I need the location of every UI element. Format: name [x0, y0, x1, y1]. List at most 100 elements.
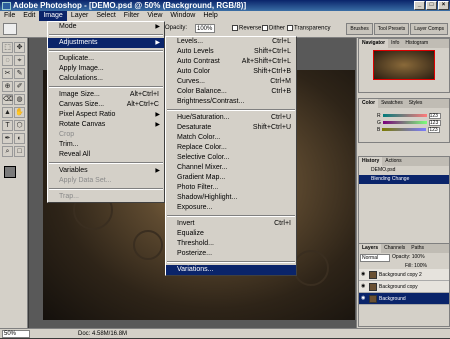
lasso-tool-icon[interactable]: ◌: [2, 55, 13, 66]
blend-mode-select[interactable]: Normal: [360, 254, 390, 262]
tab-histogram[interactable]: Histogram: [402, 39, 431, 48]
dither-checkbox[interactable]: Dither: [262, 25, 285, 32]
tab-color[interactable]: Color: [359, 99, 379, 108]
navigator-thumbnail[interactable]: [373, 50, 435, 80]
close-icon[interactable]: ×: [438, 1, 449, 10]
menu-item-trim[interactable]: Trim...: [48, 140, 164, 150]
stamp-tool-icon[interactable]: ⌫: [2, 94, 13, 105]
minimize-icon[interactable]: _: [414, 1, 425, 10]
menu-image[interactable]: Image: [39, 11, 67, 21]
brush-tool-icon[interactable]: ✐: [14, 81, 25, 92]
tab-info[interactable]: Info: [388, 39, 402, 48]
menu-select[interactable]: Select: [92, 11, 119, 21]
menu-item-variables[interactable]: Variables ▶: [48, 166, 164, 176]
adjust-item-auto-contrast[interactable]: Auto Contrast Alt+Shift+Ctrl+L: [166, 57, 296, 67]
menu-item-image-size[interactable]: Image Size... Alt+Ctrl+I: [48, 90, 164, 100]
menu-view[interactable]: View: [143, 11, 166, 21]
history-item[interactable]: Blending Change: [359, 175, 449, 184]
adjust-item-selective-color[interactable]: Selective Color...: [166, 153, 296, 163]
adjust-item-hue-saturation[interactable]: Hue/Saturation... Ctrl+U: [166, 113, 296, 123]
dodge-tool-icon[interactable]: ⬡: [14, 120, 25, 131]
slider-track[interactable]: [382, 128, 427, 131]
slice-tool-icon[interactable]: ✎: [14, 68, 25, 79]
tab-history[interactable]: History: [359, 157, 383, 166]
menu-help[interactable]: Help: [199, 11, 221, 21]
menu-item-apply-image[interactable]: Apply Image...: [48, 64, 164, 74]
color-slider-r[interactable]: R 123: [359, 112, 449, 119]
adjust-item-color-balance[interactable]: Color Balance... Ctrl+B: [166, 87, 296, 97]
eraser-tool-icon[interactable]: ▲: [2, 107, 13, 118]
tab-channels[interactable]: Channels: [381, 244, 408, 253]
history-brush-tool-icon[interactable]: ◍: [14, 94, 25, 105]
path-tool-icon[interactable]: ✒: [2, 133, 13, 144]
move-tool-icon[interactable]: ✥: [14, 42, 25, 53]
type-tool-icon[interactable]: ◐: [14, 133, 25, 144]
adjust-item-photo-filter[interactable]: Photo Filter...: [166, 183, 296, 193]
menu-file[interactable]: File: [0, 11, 19, 21]
menu-item-canvas-size[interactable]: Canvas Size... Alt+Ctrl+C: [48, 100, 164, 110]
menu-window[interactable]: Window: [166, 11, 199, 21]
tab-navigator[interactable]: Navigator: [359, 39, 389, 48]
foreground-color-swatch[interactable]: [4, 166, 16, 178]
eye-icon[interactable]: ◉: [361, 296, 367, 301]
adjust-item-posterize[interactable]: Posterize...: [166, 249, 296, 259]
menu-item-rotate-canvas[interactable]: Rotate Canvas ▶: [48, 120, 164, 130]
shape-tool-icon[interactable]: □: [14, 146, 25, 157]
tab-brushes[interactable]: Brushes: [346, 23, 373, 35]
color-slider-g[interactable]: G 123: [359, 119, 449, 126]
layer-opacity-field[interactable]: Opacity: 100%: [392, 254, 425, 262]
adjust-item-curves[interactable]: Curves... Ctrl+M: [166, 77, 296, 87]
slider-track[interactable]: [382, 114, 427, 117]
menu-item-adjustments[interactable]: Adjustments ▶: [48, 38, 164, 48]
channel-value[interactable]: 123: [428, 119, 441, 126]
tab-actions[interactable]: Actions: [382, 157, 404, 166]
tab-swatches[interactable]: Swatches: [378, 99, 406, 108]
adjust-item-shadow-highlight[interactable]: Shadow/Highlight...: [166, 193, 296, 203]
adjust-item-threshold[interactable]: Threshold...: [166, 239, 296, 249]
channel-value[interactable]: 123: [428, 126, 441, 133]
tab-layers[interactable]: Layers: [359, 244, 382, 253]
tab-styles[interactable]: Styles: [406, 99, 426, 108]
adjust-item-auto-color[interactable]: Auto Color Shift+Ctrl+B: [166, 67, 296, 77]
menu-edit[interactable]: Edit: [19, 11, 39, 21]
healing-tool-icon[interactable]: ⊕: [2, 81, 13, 92]
channel-value[interactable]: 123: [428, 112, 441, 119]
adjust-item-auto-levels[interactable]: Auto Levels Shift+Ctrl+L: [166, 47, 296, 57]
eye-icon[interactable]: ◉: [361, 272, 367, 277]
adjust-item-desaturate[interactable]: Desaturate Shift+Ctrl+U: [166, 123, 296, 133]
adjust-item-replace-color[interactable]: Replace Color...: [166, 143, 296, 153]
menu-item-duplicate[interactable]: Duplicate...: [48, 54, 164, 64]
reverse-checkbox[interactable]: Reverse: [232, 25, 261, 32]
menu-item-mode[interactable]: Mode ▶: [48, 22, 164, 32]
layer-row[interactable]: ◉ Background copy 2: [359, 269, 449, 281]
tab-tool-presets[interactable]: Tool Presets: [373, 23, 410, 35]
gradient-tool-icon[interactable]: [3, 23, 17, 35]
menu-item-reveal-all[interactable]: Reveal All: [48, 150, 164, 160]
tab-layer-comps[interactable]: Layer Comps: [410, 23, 448, 35]
transparency-checkbox[interactable]: Transparency: [287, 25, 330, 32]
layer-row[interactable]: ◉ Background copy: [359, 281, 449, 293]
zoom-field[interactable]: 50%: [2, 330, 30, 338]
adjust-item-brightness-contrast[interactable]: Brightness/Contrast...: [166, 97, 296, 107]
menu-layer[interactable]: Layer: [67, 11, 93, 21]
pen-tool-icon[interactable]: ⌕: [2, 146, 13, 157]
adjust-item-exposure[interactable]: Exposure...: [166, 203, 296, 213]
adjust-item-match-color[interactable]: Match Color...: [166, 133, 296, 143]
magic-wand-tool-icon[interactable]: ⌖: [14, 55, 25, 66]
maximize-icon[interactable]: □: [426, 1, 437, 10]
menu-filter[interactable]: Filter: [120, 11, 144, 21]
tab-paths[interactable]: Paths: [408, 244, 427, 253]
menu-item-pixel-aspect-ratio[interactable]: Pixel Aspect Ratio ▶: [48, 110, 164, 120]
adjust-item-variations[interactable]: Variations...: [166, 265, 296, 275]
opacity-input[interactable]: 100%: [195, 24, 215, 33]
blur-tool-icon[interactable]: T: [2, 120, 13, 131]
slider-track[interactable]: [382, 121, 427, 124]
marquee-tool-icon[interactable]: ⬚: [2, 42, 13, 53]
adjust-item-channel-mixer[interactable]: Channel Mixer...: [166, 163, 296, 173]
adjust-item-levels[interactable]: Levels... Ctrl+L: [166, 37, 296, 47]
crop-tool-icon[interactable]: ✂: [2, 68, 13, 79]
adjust-item-invert[interactable]: Invert Ctrl+I: [166, 219, 296, 229]
history-item[interactable]: DEMO.psd: [359, 166, 449, 175]
adjust-item-gradient-map[interactable]: Gradient Map...: [166, 173, 296, 183]
color-slider-b[interactable]: B 123: [359, 126, 449, 133]
